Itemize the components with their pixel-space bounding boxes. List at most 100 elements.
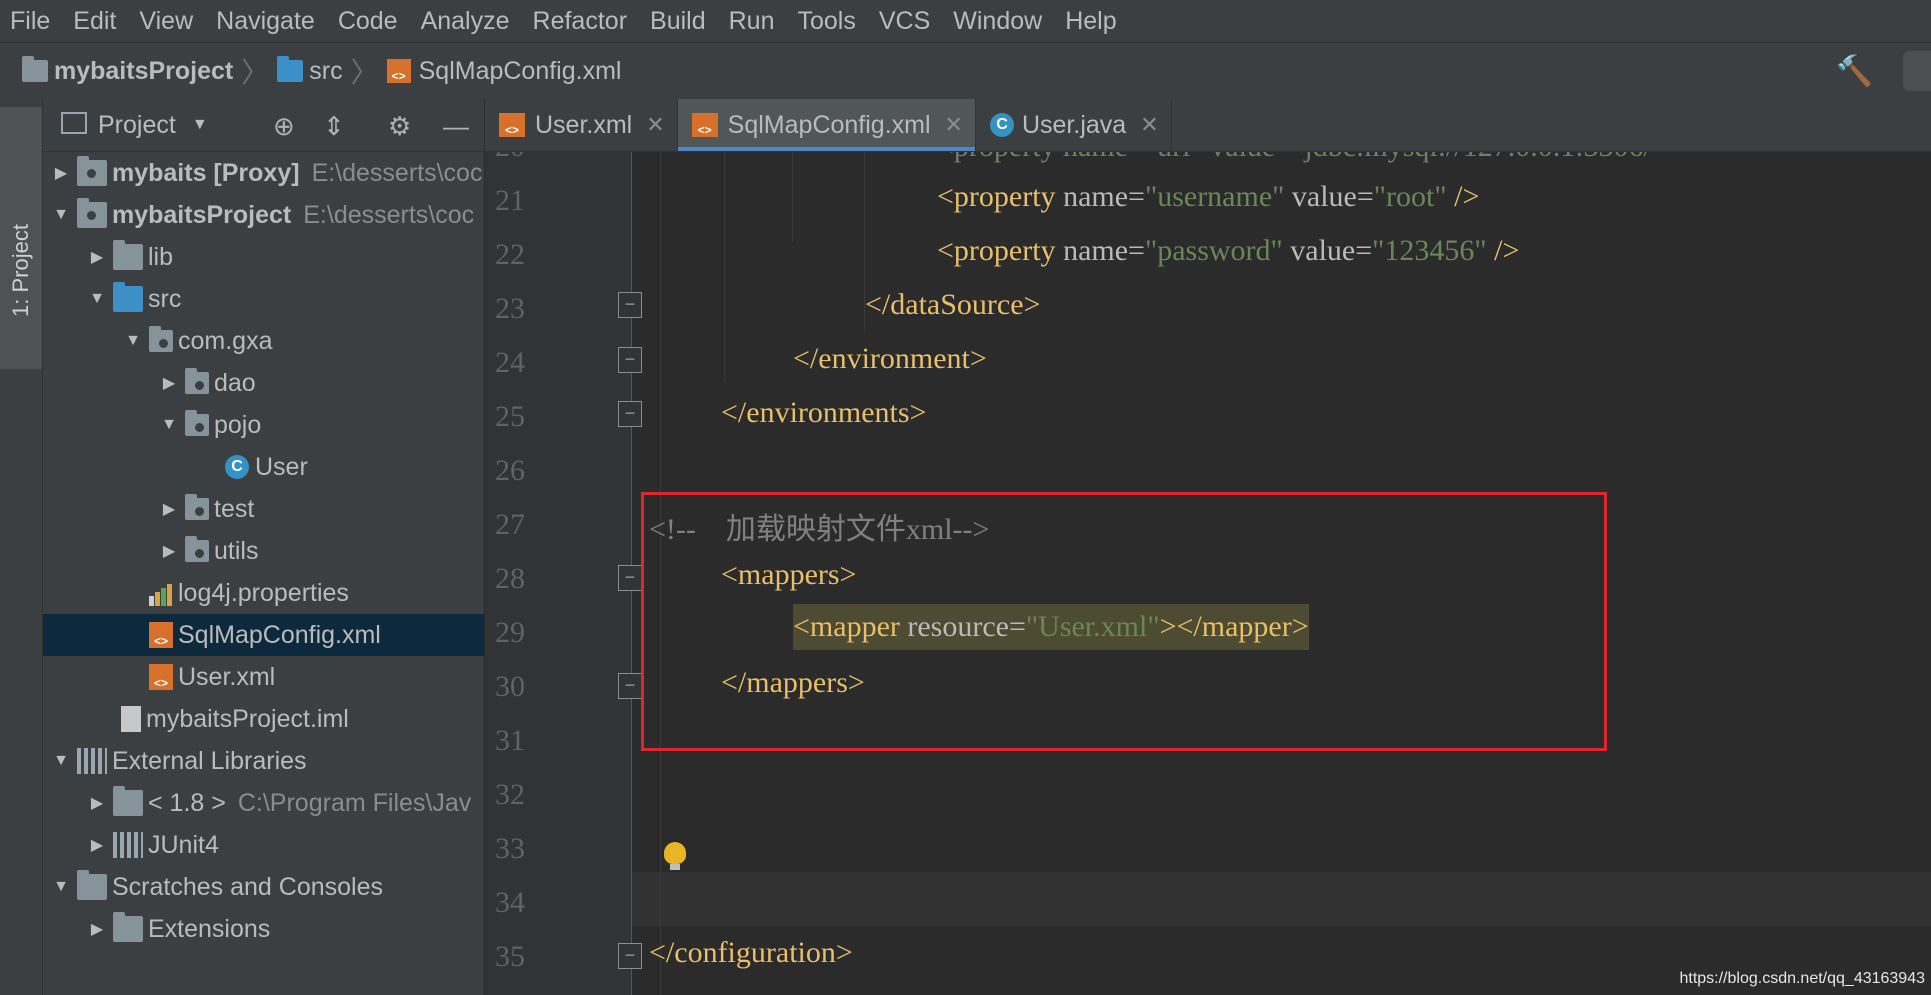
menu-tools[interactable]: Tools bbox=[787, 0, 868, 42]
tree-item[interactable]: ▼ Scratches and Consoles bbox=[43, 866, 484, 908]
expanded-arrow-icon[interactable]: ▼ bbox=[87, 290, 107, 308]
folder-icon bbox=[113, 912, 143, 942]
fold-marker[interactable]: − bbox=[618, 401, 642, 427]
editor-tab[interactable]: <> SqlMapConfig.xml ✕ bbox=[677, 99, 976, 151]
tree-item-path: E:\desserts\coc bbox=[311, 158, 483, 187]
tree-item-label: utils bbox=[214, 536, 259, 565]
tree-item[interactable]: ▼ pojo bbox=[43, 404, 484, 446]
chevron-down-icon[interactable]: ▼ bbox=[192, 116, 208, 134]
module-icon bbox=[77, 198, 107, 228]
tree-item[interactable]: ▶ Extensions bbox=[43, 908, 484, 950]
xml-attribute: name= bbox=[1063, 180, 1145, 213]
hide-icon[interactable]: — bbox=[443, 111, 469, 142]
lightbulb-icon[interactable] bbox=[664, 842, 686, 870]
tree-item[interactable]: <> User.xml bbox=[43, 656, 484, 698]
package-icon bbox=[185, 410, 209, 436]
tree-item-label: Scratches and Consoles bbox=[112, 872, 383, 901]
package-icon bbox=[185, 536, 209, 562]
breadcrumb-file[interactable]: SqlMapConfig.xml bbox=[419, 57, 622, 86]
tree-item[interactable]: ▼ mybaitsProject E:\desserts\coc bbox=[43, 194, 484, 236]
menu-navigate[interactable]: Navigate bbox=[206, 0, 328, 42]
expanded-arrow-icon[interactable]: ▼ bbox=[51, 752, 71, 770]
watermark: https://blog.csdn.net/qq_43163943 bbox=[1679, 970, 1925, 987]
line-number: 25 bbox=[495, 400, 525, 433]
project-panel-header: Project ▼ ⊕ ⇕ ⚙ — bbox=[43, 99, 484, 152]
tree-item[interactable]: ▼ com.gxa bbox=[43, 320, 484, 362]
menu-vcs[interactable]: VCS bbox=[869, 0, 943, 42]
properties-file-icon bbox=[149, 580, 173, 606]
collapsed-arrow-icon[interactable]: ▶ bbox=[159, 373, 179, 393]
tree-item-label: test bbox=[214, 494, 255, 523]
gear-icon[interactable]: ⚙ bbox=[388, 111, 411, 142]
menu-build[interactable]: Build bbox=[640, 0, 719, 42]
tree-item[interactable]: <> SqlMapConfig.xml bbox=[43, 614, 484, 656]
menu-file[interactable]: File bbox=[0, 0, 63, 42]
collapsed-arrow-icon[interactable]: ▶ bbox=[87, 835, 107, 855]
collapse-all-icon[interactable]: ⇕ bbox=[323, 111, 345, 142]
fold-marker[interactable]: − bbox=[618, 292, 642, 318]
editor-tab[interactable]: <> User.xml ✕ bbox=[485, 99, 678, 151]
menu-analyze[interactable]: Analyze bbox=[411, 0, 523, 42]
expanded-arrow-icon[interactable]: ▼ bbox=[51, 878, 71, 896]
fold-marker[interactable]: − bbox=[618, 565, 642, 591]
tree-item[interactable]: ▶ mybaits [Proxy] E:\desserts\coc bbox=[43, 152, 484, 194]
collapsed-arrow-icon[interactable]: ▶ bbox=[51, 163, 71, 183]
tree-item[interactable]: log4j.properties bbox=[43, 572, 484, 614]
package-icon bbox=[185, 368, 209, 394]
collapsed-arrow-icon[interactable]: ▶ bbox=[159, 499, 179, 519]
expanded-arrow-icon[interactable]: ▼ bbox=[51, 206, 71, 224]
toolbar-edge-button[interactable] bbox=[1903, 51, 1931, 91]
tree-item[interactable]: C User bbox=[43, 446, 484, 488]
tree-item[interactable]: ▶ dao bbox=[43, 362, 484, 404]
menu-refactor[interactable]: Refactor bbox=[523, 0, 640, 42]
collapsed-arrow-icon[interactable]: ▶ bbox=[159, 541, 179, 561]
breadcrumb-folder[interactable]: src bbox=[309, 57, 342, 86]
tree-item[interactable]: mybaitsProject.iml bbox=[43, 698, 484, 740]
tree-item[interactable]: ▶ test bbox=[43, 488, 484, 530]
java-class-icon: C bbox=[225, 455, 249, 479]
menu-window[interactable]: Window bbox=[943, 0, 1055, 42]
menu-code[interactable]: Code bbox=[328, 0, 411, 42]
collapsed-arrow-icon[interactable]: ▶ bbox=[87, 793, 107, 813]
folder-icon bbox=[277, 56, 304, 82]
xml-tag: <property name="url" value="jdbc:mysql:/… bbox=[937, 152, 1652, 163]
fold-marker[interactable]: − bbox=[618, 943, 642, 969]
project-panel: Project ▼ ⊕ ⇕ ⚙ — ▶ mybaits [Proxy] E:\des… bbox=[43, 99, 484, 995]
collapsed-arrow-icon[interactable]: ▶ bbox=[87, 247, 107, 267]
tree-item[interactable]: ▶ utils bbox=[43, 530, 484, 572]
tree-item[interactable]: ▶ JUnit4 bbox=[43, 824, 484, 866]
close-icon[interactable]: ✕ bbox=[646, 112, 664, 138]
expanded-arrow-icon[interactable]: ▼ bbox=[123, 332, 143, 350]
breadcrumb-project[interactable]: mybaitsProject bbox=[54, 57, 233, 86]
tree-item-label: mybaitsProject bbox=[112, 200, 292, 229]
menu-edit[interactable]: Edit bbox=[63, 0, 129, 42]
close-icon[interactable]: ✕ bbox=[945, 112, 963, 138]
project-tool-tab[interactable]: 1: Project bbox=[0, 107, 42, 369]
fold-marker[interactable]: − bbox=[618, 347, 642, 373]
collapsed-arrow-icon[interactable]: ▶ bbox=[87, 919, 107, 939]
scratches-icon bbox=[77, 870, 107, 900]
locate-icon[interactable]: ⊕ bbox=[273, 111, 295, 142]
code-line-25: </environments> bbox=[721, 396, 926, 430]
build-hammer-icon[interactable]: 🔨 bbox=[1836, 54, 1873, 89]
tree-item-label: External Libraries bbox=[112, 746, 307, 775]
folder-icon bbox=[113, 282, 143, 312]
menu-help[interactable]: Help bbox=[1055, 0, 1129, 42]
fold-marker[interactable]: − bbox=[618, 673, 642, 699]
project-view-selector[interactable]: Project bbox=[98, 111, 176, 140]
chevron-right-icon: 〉 bbox=[350, 57, 379, 88]
tree-item[interactable]: ▶ lib bbox=[43, 236, 484, 278]
tree-item[interactable]: ▼ External Libraries bbox=[43, 740, 484, 782]
xml-value: "password" bbox=[1144, 234, 1283, 267]
xml-attribute: name= bbox=[1063, 234, 1145, 267]
expanded-arrow-icon[interactable]: ▼ bbox=[159, 416, 179, 434]
menu-view[interactable]: View bbox=[129, 0, 206, 42]
tree-item[interactable]: ▼ src bbox=[43, 278, 484, 320]
menu-run[interactable]: Run bbox=[719, 0, 788, 42]
editor-tab[interactable]: C User.java ✕ bbox=[976, 99, 1172, 151]
line-number: 31 bbox=[495, 724, 525, 757]
tree-item[interactable]: ▶ < 1.8 > C:\Program Files\Jav bbox=[43, 782, 484, 824]
editor-tab-label: User.xml bbox=[535, 110, 633, 139]
folder-icon bbox=[113, 240, 143, 270]
close-icon[interactable]: ✕ bbox=[1140, 112, 1158, 138]
